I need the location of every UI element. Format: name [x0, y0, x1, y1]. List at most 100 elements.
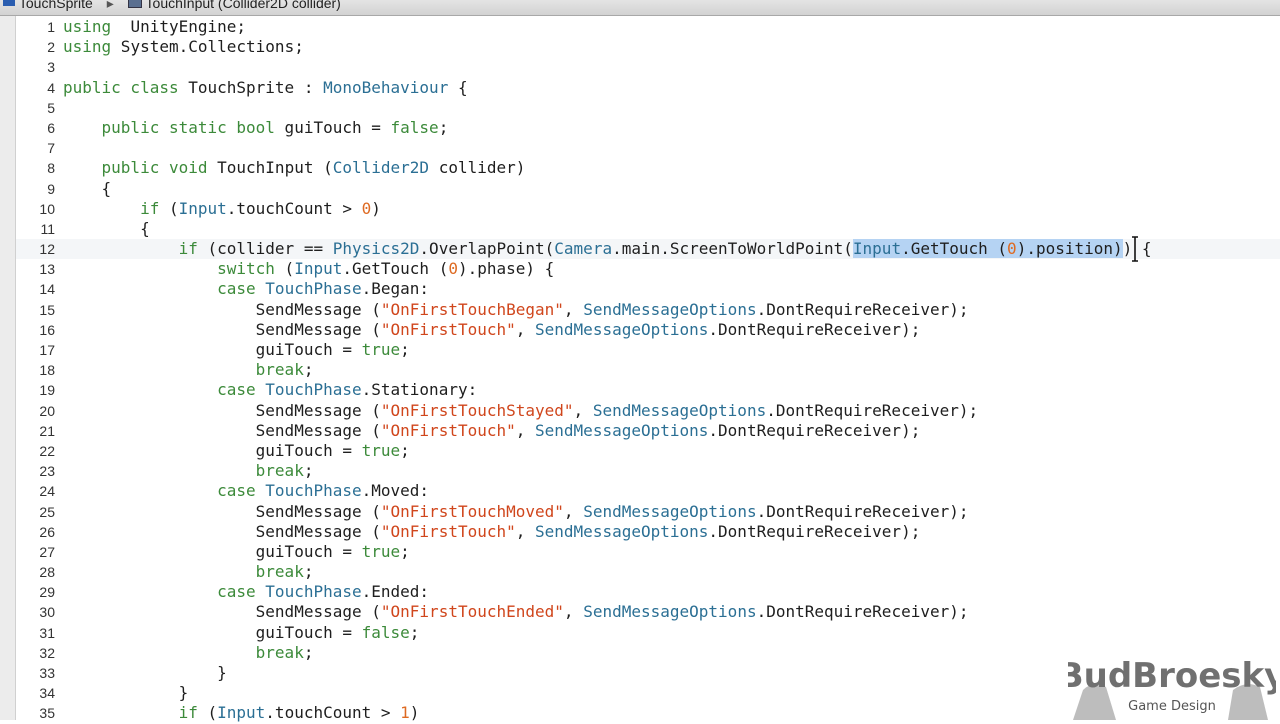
- code-token: "OnFirstTouchEnded": [380, 602, 564, 622]
- selected-code-token: ).position): [1016, 239, 1123, 259]
- code-line[interactable]: 6 public static bool guiTouch = false;: [16, 118, 1280, 138]
- code-line[interactable]: 12 if (collider == Physics2D.OverlapPoin…: [16, 239, 1280, 260]
- code-line[interactable]: 10 if (Input.touchCount > 0): [16, 199, 1280, 219]
- code-line[interactable]: 18 break;: [16, 360, 1280, 380]
- code-token: break: [255, 562, 304, 582]
- code-token: "OnFirstTouch": [380, 420, 516, 440]
- line-text: guiTouch = true;: [63, 441, 410, 461]
- code-token: "OnFirstTouchStayed": [380, 400, 574, 420]
- code-line[interactable]: 15 SendMessage ("OnFirstTouchBegan", Sen…: [16, 300, 1280, 320]
- code-line[interactable]: 13 switch (Input.GetTouch (0).phase) {: [16, 259, 1280, 279]
- code-line[interactable]: 16 SendMessage ("OnFirstTouch", SendMess…: [16, 320, 1280, 340]
- code-token: Collider2D: [332, 158, 430, 178]
- code-token: SendMessage (: [63, 400, 381, 420]
- line-number: 31: [39, 624, 55, 641]
- code-token: TouchPhase: [265, 279, 362, 299]
- code-line[interactable]: 3: [16, 57, 1280, 77]
- line-text: SendMessage ("OnFirstTouch", SendMessage…: [63, 319, 921, 340]
- code-line[interactable]: 5: [16, 98, 1280, 118]
- line-text: SendMessage ("OnFirstTouch", SendMessage…: [63, 522, 921, 542]
- budbroesky-logo: BudBroesky Game Design: [1068, 656, 1276, 720]
- code-line[interactable]: 17 guiTouch = true;: [16, 340, 1280, 360]
- code-line[interactable]: 26 SendMessage ("OnFirstTouch", SendMess…: [16, 522, 1280, 542]
- code-line[interactable]: 9 {: [16, 179, 1280, 199]
- code-token: public void: [101, 158, 208, 178]
- code-token: TouchPhase: [265, 380, 362, 400]
- selected-code-token: 0: [1007, 239, 1017, 259]
- code-line[interactable]: 24 case TouchPhase.Moved:: [16, 481, 1280, 501]
- code-line[interactable]: 2 using System.Collections;: [16, 37, 1280, 57]
- code-token: if: [140, 198, 160, 218]
- code-token: guiTouch =: [63, 440, 362, 460]
- code-token: ;: [400, 340, 410, 359]
- code-token: guiTouch =: [63, 622, 362, 642]
- code-token: true: [361, 541, 401, 561]
- code-line[interactable]: 19 case TouchPhase.Stationary:: [16, 380, 1280, 400]
- code-token: MonoBehaviour: [323, 77, 449, 97]
- line-text: break;: [63, 360, 314, 380]
- line-number: 25: [39, 503, 55, 520]
- code-line[interactable]: 23 break;: [16, 461, 1280, 481]
- code-token: ,: [515, 420, 536, 440]
- line-text: using System.Collections;: [63, 37, 304, 57]
- line-number: 26: [39, 523, 55, 540]
- code-line[interactable]: 4 public class TouchSprite : MonoBehaviou…: [16, 78, 1280, 98]
- code-line[interactable]: 21 SendMessage ("OnFirstTouch", SendMess…: [16, 421, 1280, 441]
- line-text: SendMessage ("OnFirstTouchBegan", SendMe…: [63, 300, 969, 320]
- code-token: SendMessage (: [63, 420, 381, 440]
- code-line[interactable]: 28 break;: [16, 562, 1280, 582]
- code-line[interactable]: 25 SendMessage ("OnFirstTouchMoved", Sen…: [16, 502, 1280, 522]
- code-line[interactable]: 22 guiTouch = true;: [16, 441, 1280, 461]
- code-token: public class: [63, 77, 179, 97]
- line-text: public void TouchInput (Collider2D colli…: [63, 158, 526, 178]
- code-line[interactable]: 30 SendMessage ("OnFirstTouchEnded", Sen…: [16, 602, 1280, 622]
- line-number: 33: [39, 665, 55, 681]
- code-token: ;: [303, 642, 314, 662]
- line-number: 21: [39, 422, 55, 439]
- line-number: 12: [39, 241, 55, 258]
- code-line[interactable]: 1 using UnityEngine;: [16, 17, 1280, 37]
- selected-code-token: .GetTouch (: [901, 239, 1008, 259]
- code-line[interactable]: 11 {: [16, 219, 1280, 239]
- code-token: break: [255, 642, 304, 662]
- code-token: 0: [361, 198, 372, 218]
- breadcrumb-file[interactable]: TouchSprite: [19, 0, 93, 11]
- line-number: 14: [39, 281, 55, 298]
- code-token: {: [63, 178, 112, 198]
- code-token: .Stationary:: [361, 380, 478, 400]
- code-line[interactable]: 29 case TouchPhase.Ended:: [16, 582, 1280, 602]
- line-text: SendMessage ("OnFirstTouchStayed", SendM…: [63, 401, 978, 421]
- code-line[interactable]: 27 guiTouch = true;: [16, 542, 1280, 562]
- line-text: public static bool guiTouch = false;: [63, 117, 449, 138]
- code-token: collider): [429, 158, 526, 178]
- line-text: }: [63, 683, 189, 703]
- line-text: guiTouch = true;: [63, 340, 410, 360]
- line-text: SendMessage ("OnFirstTouch", SendMessage…: [63, 420, 921, 441]
- line-text: case TouchPhase.Began:: [63, 279, 429, 299]
- code-token: .DontRequireReceiver);: [756, 501, 969, 521]
- code-token: TouchPhase: [265, 481, 362, 501]
- code-token: ;: [303, 562, 314, 582]
- code-token: case: [217, 380, 256, 400]
- code-token: ,: [563, 501, 584, 521]
- code-line[interactable]: 14 case TouchPhase.Began:: [16, 279, 1280, 299]
- code-token: (: [159, 198, 179, 218]
- line-text: SendMessage ("OnFirstTouchEnded", SendMe…: [63, 602, 969, 622]
- method-icon: [127, 0, 142, 8]
- code-token: public static bool: [101, 117, 275, 137]
- code-token: SendMessage (: [63, 602, 381, 622]
- code-token: using: [63, 37, 112, 57]
- code-token: false: [361, 622, 410, 642]
- breadcrumb-method[interactable]: TouchInput (Collider2D collider): [146, 0, 341, 11]
- code-line[interactable]: 8 public void TouchInput (Collider2D col…: [16, 158, 1280, 178]
- code-line[interactable]: 7: [16, 138, 1280, 158]
- code-editor[interactable]: 1 using UnityEngine; 2 using System.Collect…: [16, 17, 1280, 722]
- code-line[interactable]: 20 SendMessage ("OnFirstTouchStayed", Se…: [16, 401, 1280, 421]
- code-token: SendMessage (: [63, 319, 381, 339]
- code-line[interactable]: 31 guiTouch = false;: [16, 623, 1280, 643]
- line-text: guiTouch = false;: [63, 622, 420, 643]
- code-token: }: [63, 683, 189, 703]
